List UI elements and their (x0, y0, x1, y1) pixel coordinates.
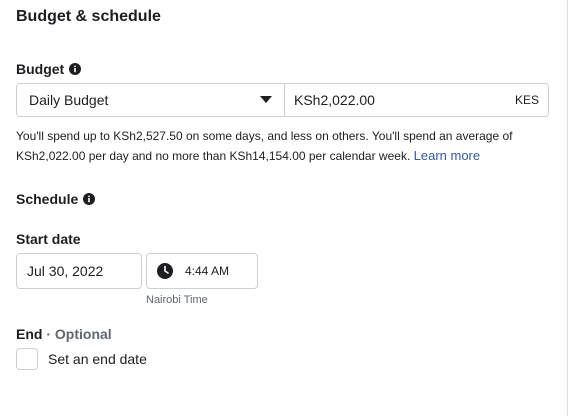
schedule-label-row: Schedule (16, 190, 96, 208)
end-separator: · (42, 326, 55, 342)
end-label-row: End · Optional (16, 325, 112, 343)
budget-amount-value[interactable]: KSh2,022.00 (294, 92, 515, 108)
budget-label-row: Budget (16, 60, 82, 78)
learn-more-link[interactable]: Learn more (414, 148, 480, 163)
budget-input-group: Daily Budget KSh2,022.00 KES (16, 83, 549, 117)
set-end-date-checkbox[interactable] (16, 348, 38, 370)
info-icon[interactable] (69, 63, 82, 75)
end-optional-label: Optional (54, 326, 112, 342)
section-title: Budget & schedule (16, 8, 161, 25)
start-date-input[interactable]: Jul 30, 2022 (16, 253, 142, 289)
end-label: End (16, 326, 43, 342)
start-time-value: 4:44 AM (185, 264, 230, 278)
start-time-input[interactable]: 4:44 AM (146, 253, 258, 289)
clock-icon (157, 263, 173, 279)
budget-type-dropdown[interactable]: Daily Budget (17, 84, 285, 116)
currency-code: KES (514, 93, 539, 107)
budget-amount-input[interactable]: KSh2,022.00 KES (285, 84, 548, 116)
info-icon[interactable] (83, 193, 96, 205)
budget-type-value: Daily Budget (29, 92, 109, 108)
budget-schedule-panel: Budget & schedule Budget Daily Budget KS… (0, 0, 568, 416)
set-end-date-label: Set an end date (48, 351, 147, 367)
schedule-label: Schedule (16, 191, 79, 207)
budget-label: Budget (16, 61, 65, 77)
start-date-label: Start date (16, 231, 81, 247)
budget-hint: You'll spend up to KSh2,527.50 on some d… (16, 126, 536, 166)
caret-down-icon (260, 96, 272, 103)
timezone-label: Nairobi Time (146, 294, 208, 306)
set-end-date-option[interactable]: Set an end date (16, 348, 147, 370)
start-date-value: Jul 30, 2022 (27, 263, 104, 279)
